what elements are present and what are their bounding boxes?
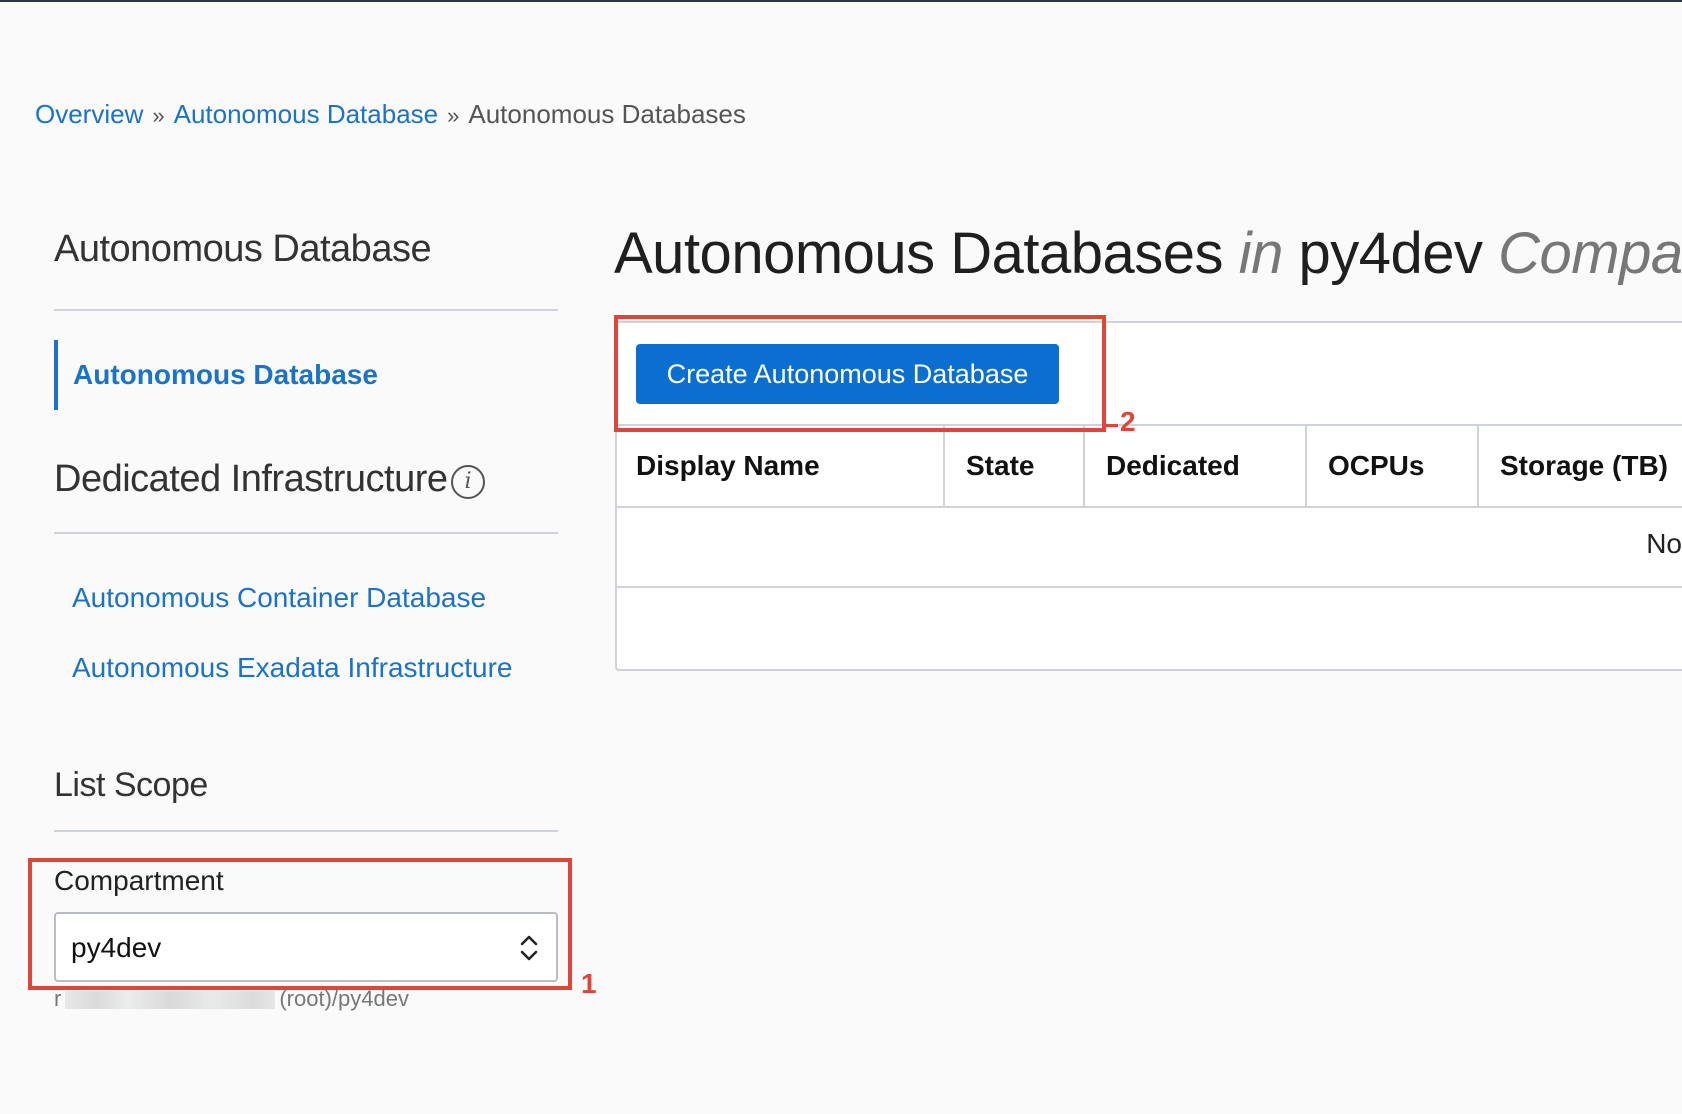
annotation-label-1: 1 xyxy=(581,968,597,999)
column-header-storage[interactable]: Storage (TB) xyxy=(1477,426,1682,506)
annotation-box-1 xyxy=(28,858,572,990)
annotation-box-2 xyxy=(614,315,1106,432)
sidebar-heading-dedicated-infrastructure: Dedicated Infrastructure xyxy=(54,458,448,500)
breadcrumb-autonomous-database[interactable]: Autonomous Database xyxy=(174,99,439,129)
column-header-display-name[interactable]: Display Name xyxy=(615,426,943,506)
breadcrumb-overview[interactable]: Overview xyxy=(35,99,143,129)
annotation-label-2: 2 xyxy=(1120,406,1136,437)
column-header-state[interactable]: State xyxy=(943,426,1083,506)
page-title-main: Autonomous Databases xyxy=(614,221,1224,286)
table-row-divider xyxy=(615,586,1682,588)
top-border xyxy=(0,0,1682,2)
sidebar-item-autonomous-exadata-infrastructure[interactable]: Autonomous Exadata Infrastructure xyxy=(72,652,512,684)
table-header-row: Display Name State Dedicated OCPUs Stora… xyxy=(615,424,1682,508)
empty-state-text: No xyxy=(1646,528,1682,559)
breadcrumb-separator: » xyxy=(152,103,165,128)
page-title-compartment: py4dev xyxy=(1298,221,1483,286)
breadcrumb: Overview » Autonomous Database » Autonomous … xyxy=(35,96,746,134)
sidebar-item-label: Autonomous Database xyxy=(73,359,378,390)
sidebar-item-autonomous-database[interactable]: Autonomous Database xyxy=(54,340,558,410)
info-icon[interactable]: i xyxy=(451,465,485,499)
sidebar-heading-list-scope: List Scope xyxy=(54,766,208,804)
sidebar-heading-autonomous-database: Autonomous Database xyxy=(54,228,432,270)
sidebar-divider xyxy=(54,532,558,534)
sidebar-divider xyxy=(54,830,558,832)
annotation-leader-2 xyxy=(1104,424,1118,427)
breadcrumb-current: Autonomous Databases xyxy=(468,99,746,129)
page-title-in: in xyxy=(1238,221,1284,286)
redacted-text xyxy=(65,991,276,1010)
column-header-ocpus[interactable]: OCPUs xyxy=(1305,426,1477,506)
sidebar-item-autonomous-container-database[interactable]: Autonomous Container Database xyxy=(72,582,486,614)
page-title-suffix: Compar xyxy=(1498,221,1682,286)
column-header-dedicated[interactable]: Dedicated xyxy=(1083,426,1305,506)
page-title: Autonomous Databases in py4dev Compar xyxy=(614,220,1682,287)
breadcrumb-separator: » xyxy=(447,103,460,128)
sidebar-divider xyxy=(54,309,558,311)
